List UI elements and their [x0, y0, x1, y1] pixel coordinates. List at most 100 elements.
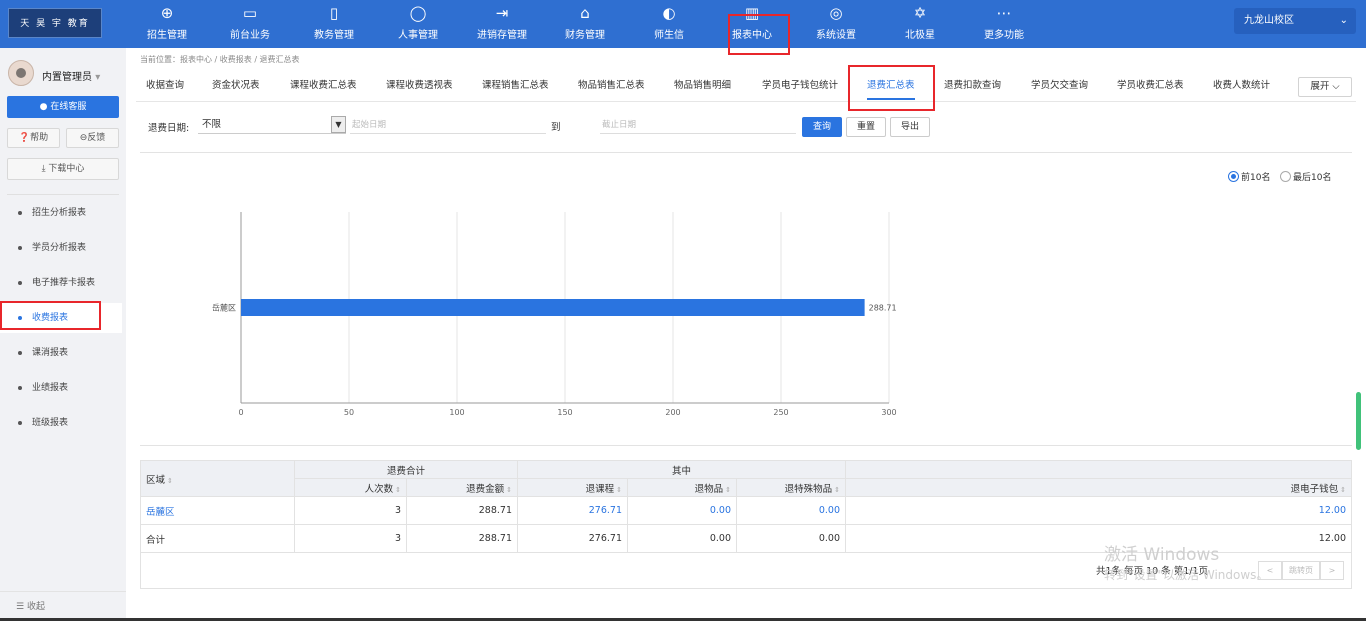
tab-11[interactable]: 学员收费汇总表	[1117, 72, 1184, 100]
date-range-to-label: 到	[551, 122, 561, 133]
cell-course: 276.71	[517, 524, 628, 553]
tab-10[interactable]: 学员欠交查询	[1031, 72, 1088, 100]
person-add-icon: ⊕	[160, 4, 174, 22]
more-icon: ⋯	[996, 4, 1012, 22]
nav-item-label: 教务管理	[314, 30, 354, 41]
tab-3[interactable]: 课程收费透视表	[386, 72, 453, 100]
nav-item-5[interactable]: ⌂ 财务管理	[545, 0, 625, 48]
cell-special: 0.00	[736, 524, 846, 553]
chat-icon: ●	[39, 102, 51, 112]
start-date-input[interactable]: 起始日期	[350, 116, 546, 134]
sort-icon: ⇕	[395, 485, 401, 494]
tab-0[interactable]: 收据查询	[146, 72, 184, 100]
radio-bottom10[interactable]: 最后10名	[1280, 170, 1331, 183]
sidebar-item-1[interactable]: 学员分析报表	[0, 233, 122, 263]
expand-tabs-button[interactable]: 展开 ⌵	[1298, 77, 1352, 97]
sort-icon: ⇕	[506, 485, 512, 494]
user-menu[interactable]: 内置管理员 ▾	[8, 60, 120, 88]
tab-6[interactable]: 物品销售明细	[674, 72, 731, 100]
sort-icon: ⇕	[1340, 485, 1346, 494]
x-tick-label: 250	[773, 408, 788, 417]
scrollbar-thumb[interactable]	[1356, 392, 1361, 450]
col-special-header[interactable]: 退特殊物品 ⇕	[736, 478, 846, 497]
help-button[interactable]: ❓帮助	[7, 128, 60, 148]
cell-wallet-link[interactable]: 12.00	[845, 496, 1352, 525]
x-tick-label: 200	[665, 408, 680, 417]
sort-icon: ⇕	[616, 485, 622, 494]
book-icon: ▯	[329, 4, 339, 22]
radio-checked-icon	[1228, 171, 1239, 182]
query-button[interactable]: 查询	[802, 117, 842, 137]
sidebar: 内置管理员 ▾ ● 在线客服 ❓帮助 ⊖反馈 ⤓ 下载中心 招生分析报表 学员分析…	[0, 48, 126, 621]
money-house-icon: ⌂	[580, 4, 590, 22]
cell-special-link[interactable]: 0.00	[736, 496, 846, 525]
col-course-header[interactable]: 退课程 ⇕	[517, 478, 628, 497]
chevron-down-icon: ⌄	[1339, 15, 1348, 26]
nav-item-6[interactable]: ◐ 师生信	[629, 0, 709, 48]
reset-button[interactable]: 重置	[846, 117, 886, 137]
next-page-button[interactable]: >	[1320, 561, 1344, 580]
cell-amount: 288.71	[406, 524, 518, 553]
user-name: 内置管理员 ▾	[42, 72, 101, 83]
col-goods-header[interactable]: 退物品 ⇕	[627, 478, 737, 497]
sort-icon: ⇕	[725, 485, 731, 494]
table-row: 岳麓区 3 288.71 276.71 0.00 0.00 12.00	[140, 496, 1352, 525]
campus-label: 九龙山校区	[1244, 15, 1294, 26]
nav-item-label: 系统设置	[816, 30, 856, 41]
sidebar-item-6[interactable]: 班级报表	[0, 408, 122, 438]
tab-4[interactable]: 课程销售汇总表	[482, 72, 549, 100]
sidebar-item-5[interactable]: 业绩报表	[0, 373, 122, 403]
end-date-input[interactable]: 截止日期	[600, 116, 796, 134]
online-service-button[interactable]: ● 在线客服	[7, 96, 119, 118]
col-amount-header[interactable]: 退费金额 ⇕	[406, 478, 518, 497]
radio-top10[interactable]: 前10名	[1228, 170, 1270, 183]
tab-9[interactable]: 退费扣款查询	[944, 72, 1001, 100]
sidebar-item-0[interactable]: 招生分析报表	[0, 198, 122, 228]
cell-goods-link[interactable]: 0.00	[627, 496, 737, 525]
col-count-header[interactable]: 人次数 ⇕	[294, 478, 407, 497]
collapse-icon: ☰	[16, 602, 27, 612]
nav-item-8[interactable]: ◎ 系统设置	[796, 0, 876, 48]
col-wallet-header[interactable]: 退电子钱包 ⇕	[845, 478, 1352, 497]
cell-wallet: 12.00	[845, 524, 1352, 553]
tab-7[interactable]: 学员电子钱包统计	[762, 72, 838, 100]
nav-item-label: 北极星	[905, 30, 935, 41]
nav-item-10[interactable]: ⋯ 更多功能	[964, 0, 1044, 48]
nav-item-9[interactable]: ✡ 北极星	[880, 0, 960, 48]
nav-item-3[interactable]: ◯ 人事管理	[378, 0, 458, 48]
nav-item-0[interactable]: ⊕ 招生管理	[127, 0, 207, 48]
col-region-header[interactable]: 区域 ⇕	[140, 460, 295, 497]
region-link[interactable]: 岳麓区	[140, 496, 295, 525]
sidebar-collapse-button[interactable]: ☰ 收起	[0, 591, 126, 621]
x-tick-label: 50	[344, 408, 354, 417]
tab-2[interactable]: 课程收费汇总表	[290, 72, 357, 100]
brand-logo[interactable]: 天 昊 宇 教育	[8, 8, 102, 38]
nav-item-label: 进销存管理	[477, 30, 527, 41]
feedback-button[interactable]: ⊖反馈	[66, 128, 119, 148]
star-icon: ✡	[913, 4, 927, 22]
campus-selector[interactable]: 九龙山校区 ⌄	[1234, 8, 1356, 34]
x-tick-label: 100	[449, 408, 464, 417]
goto-page-button[interactable]: 跳转页	[1282, 561, 1320, 580]
tab-5[interactable]: 物品销售汇总表	[578, 72, 645, 100]
sidebar-item-4[interactable]: 课消报表	[0, 338, 122, 368]
refund-date-label: 退费日期:	[148, 123, 190, 134]
cell-course-link[interactable]: 276.71	[517, 496, 628, 525]
tab-12[interactable]: 收费人数统计	[1213, 72, 1270, 100]
cell-total-label: 合计	[140, 524, 295, 553]
export-button[interactable]: 导出	[890, 117, 930, 137]
nav-item-1[interactable]: ▭ 前台业务	[210, 0, 290, 48]
download-center-button[interactable]: ⤓ 下载中心	[7, 158, 119, 180]
dropdown-arrow-icon[interactable]: ▼	[331, 116, 346, 133]
tab-1[interactable]: 资金状况表	[212, 72, 260, 100]
nav-item-4[interactable]: ⇥ 进销存管理	[462, 0, 542, 48]
message-circle-icon: ◐	[662, 4, 676, 22]
nav-item-label: 更多功能	[984, 30, 1024, 41]
blank-header	[845, 460, 1352, 479]
chevron-down-icon: ▾	[95, 72, 101, 83]
nav-item-2[interactable]: ▯ 教务管理	[294, 0, 374, 48]
y-tick-label: 岳麓区	[212, 303, 236, 313]
refund-date-select[interactable]: 不限 ▼	[198, 116, 346, 134]
sidebar-item-2[interactable]: 电子推荐卡报表	[0, 268, 122, 298]
nav-item-label: 招生管理	[147, 30, 187, 41]
